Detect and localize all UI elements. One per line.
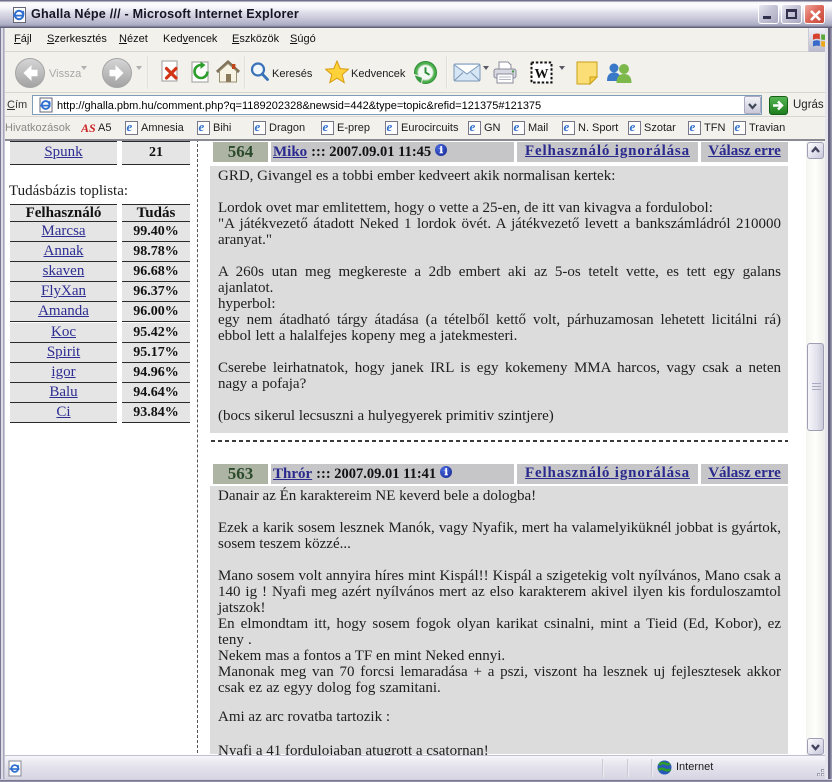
svg-text:AS: AS [81,121,96,134]
svg-text:W: W [535,67,549,82]
